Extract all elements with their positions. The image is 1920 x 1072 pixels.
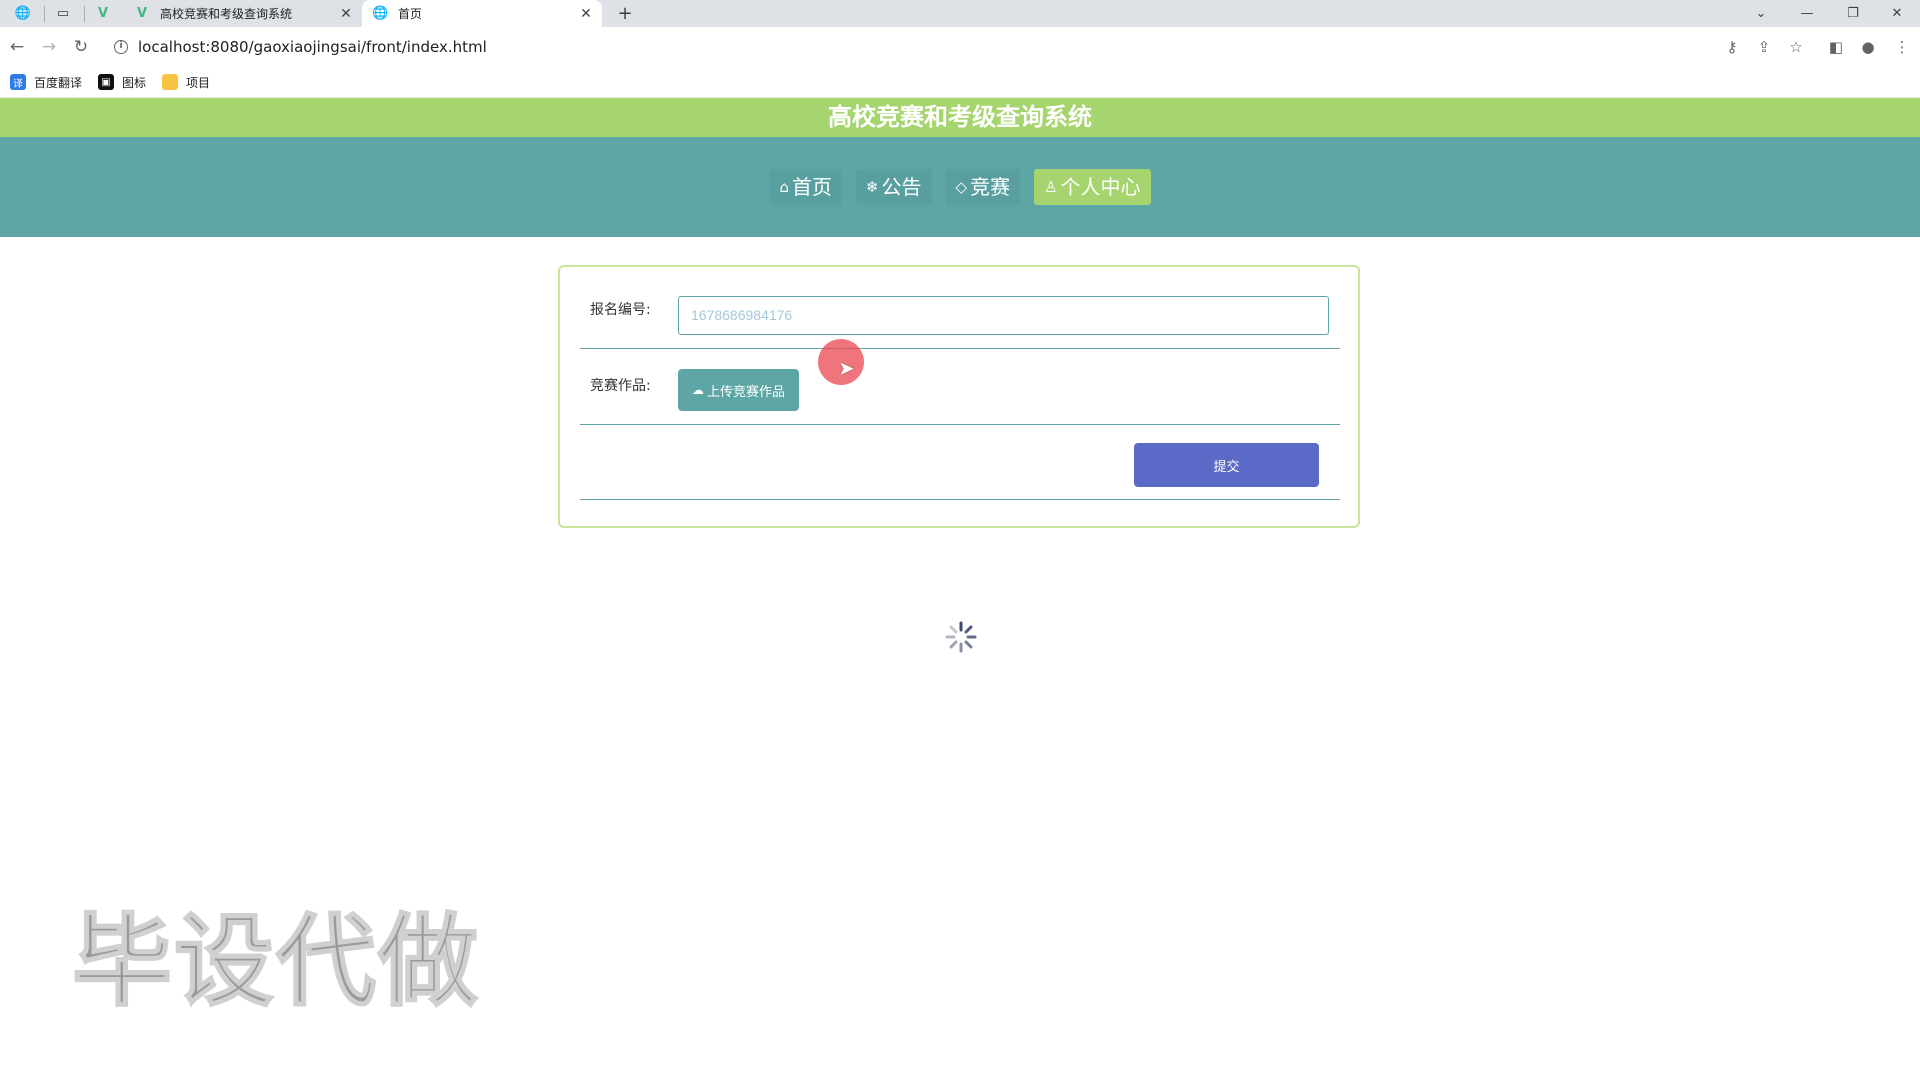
nav-label: 个人中心 [1060,175,1141,199]
nav-label: 公告 [881,175,922,199]
menu-dots-icon[interactable]: ⋮ [1886,27,1918,67]
new-tab-button[interactable]: + [612,0,638,27]
bookmarks-bar: 译 百度翻译 ▣ 图标 项目 [0,67,1920,98]
close-icon[interactable]: ✕ [336,6,356,22]
key-icon[interactable]: ⚷ [1716,27,1748,67]
tab-title: 首页 [398,7,423,21]
form-row-actions: 提交 [580,425,1340,500]
home-icon: ⌂ [779,178,789,196]
cloud-upload-icon: ☁ [691,383,704,397]
tab-competition-system[interactable]: V 高校竞赛和考级查询系统 ✕ [124,0,362,27]
bookmark-label: 百度翻译 [34,75,83,90]
snowflake-icon: ❄ [865,178,879,196]
nav-home[interactable]: ⌂ 首页 [769,169,842,205]
bookmark-icons[interactable]: ▣ 图标 [98,67,146,97]
tab-title: 高校竞赛和考级查询系统 [160,7,293,21]
globe-icon: 🌐 [372,6,389,21]
nav-personal-center[interactable]: ♙ 个人中心 [1034,169,1151,205]
tab-search-chevron-icon[interactable]: ⌄ [1738,0,1784,27]
bookmark-label: 图标 [122,75,147,90]
address-bar[interactable]: localhost:8080/gaoxiaojingsai/front/inde… [138,27,487,67]
main-nav: ⌂ 首页 ❄ 公告 ◇ 竞赛 ♙ 个人中心 [0,137,1920,237]
info-icon[interactable]: i [114,40,128,54]
upload-work-button[interactable]: ☁ 上传竞赛作品 [678,369,799,411]
blank-tab-icon[interactable]: ▭ [44,0,82,27]
globe-icon[interactable]: 🌐 [4,0,42,27]
registration-number-input[interactable]: 1678686984176 [678,296,1329,335]
nav-announcements[interactable]: ❄ 公告 [855,169,932,205]
form-row-registration-number: 报名编号: 1678686984176 [580,267,1340,349]
translate-icon: 译 [10,74,26,90]
bookmark-label: 项目 [186,75,211,90]
form-row-competition-work: 竞赛作品: ☁ 上传竞赛作品 [580,349,1340,425]
profile-avatar-icon[interactable]: ● [1852,27,1884,67]
bookmark-baidu-translate[interactable]: 译 百度翻译 [10,67,82,97]
vue-icon[interactable]: V [84,0,122,27]
image-icon: ▣ [98,74,114,90]
upload-button-label: 上传竞赛作品 [706,384,785,400]
site-title: 高校竞赛和考级查询系统 [0,98,1920,137]
submission-form: 报名编号: 1678686984176 竞赛作品: ☁ 上传竞赛作品 提交 [558,265,1360,528]
close-icon[interactable]: ✕ [576,6,596,22]
back-arrow-icon[interactable]: ← [2,27,32,67]
user-icon: ♙ [1044,178,1058,196]
nav-competitions[interactable]: ◇ 竞赛 [945,169,1021,205]
tab-home[interactable]: 🌐 首页 ✕ [362,0,602,27]
share-icon[interactable]: ⇪ [1748,27,1780,67]
minimize-button[interactable]: — [1784,0,1830,27]
reload-icon[interactable]: ↻ [66,27,96,67]
restore-button[interactable]: ❐ [1830,0,1876,27]
vue-icon: V [136,6,148,21]
competition-work-label: 竞赛作品: [590,378,651,394]
loading-spinner-icon [945,621,977,653]
side-panel-icon[interactable]: ◧ [1820,27,1852,67]
browser-toolbar: ← → ↻ i localhost:8080/gaoxiaojingsai/fr… [0,27,1920,67]
folder-icon [162,74,178,90]
nav-label: 首页 [791,175,832,199]
mouse-pointer-icon: ➤ [838,356,855,380]
tag-icon: ◇ [955,178,968,196]
forward-arrow-icon[interactable]: → [34,27,64,67]
bookmark-projects[interactable]: 项目 [162,67,210,97]
submit-button[interactable]: 提交 [1134,443,1319,487]
registration-number-label: 报名编号: [590,302,651,318]
star-icon[interactable]: ☆ [1780,27,1812,67]
close-window-button[interactable]: ✕ [1874,0,1920,27]
nav-label: 竞赛 [970,175,1011,199]
browser-tab-strip: 🌐 ▭ V V 高校竞赛和考级查询系统 ✕ 🌐 首页 ✕ + ⌄ — ❐ ✕ [0,0,1920,27]
watermark-text: 毕设代做 [71,902,480,1021]
